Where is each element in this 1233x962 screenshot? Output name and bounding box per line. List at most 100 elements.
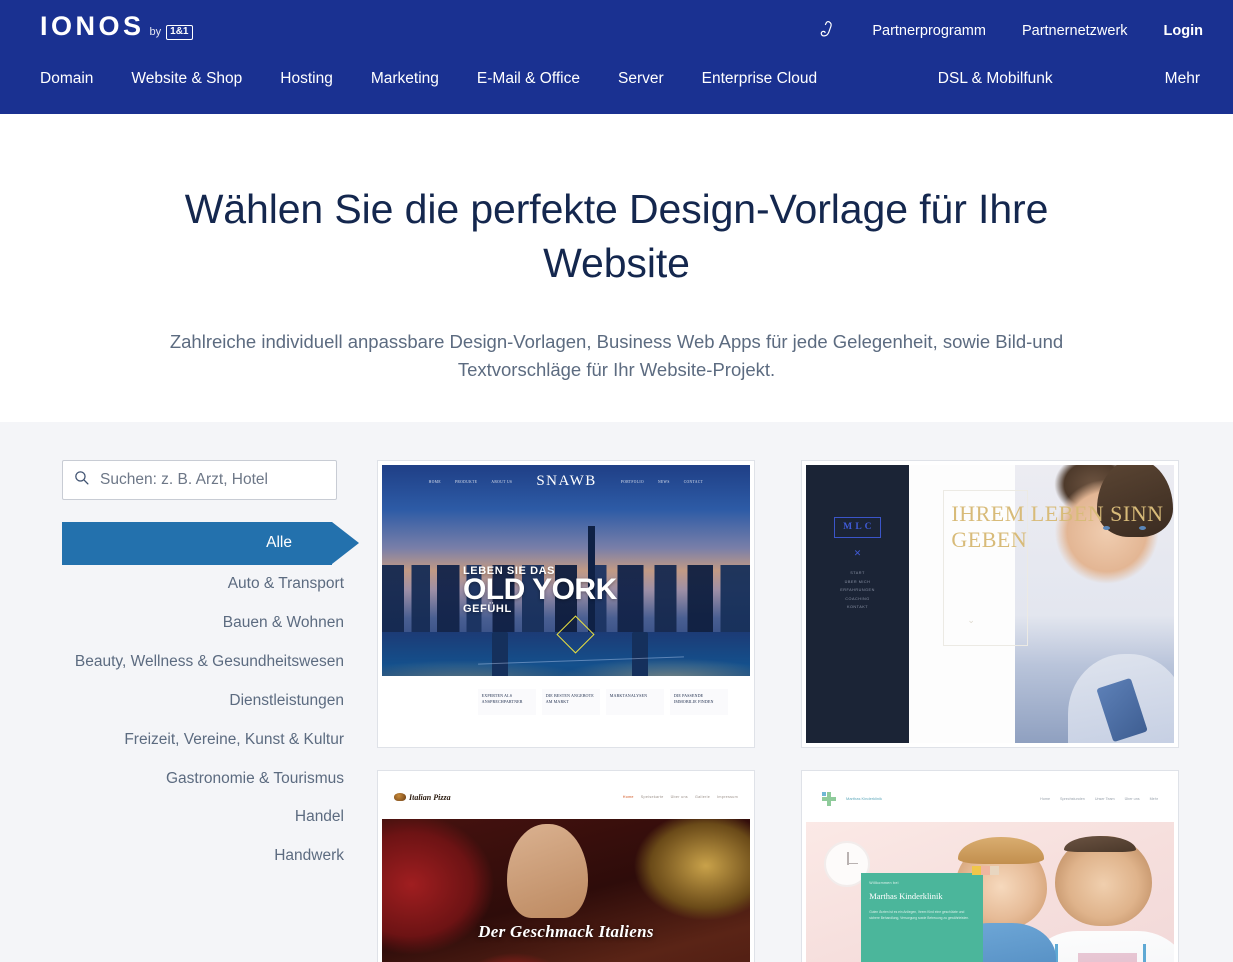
card4-layout: Marthas Kinderklinik Home Sprechstunden … bbox=[806, 775, 1174, 962]
card4-nav-ueber-uns: Über uns bbox=[1124, 796, 1140, 801]
search-input[interactable] bbox=[100, 471, 326, 489]
card1-feature-box: DIE BESTEN ANGEBOTE AM MARKT bbox=[541, 688, 600, 716]
card4-welcome-box: Willkommen bei Marthas Kinderklinik Gute… bbox=[861, 873, 983, 962]
category-list: Alle Auto & Transport Bauen & Wohnen Bea… bbox=[62, 522, 362, 876]
card4-nav-team: Unser Team bbox=[1094, 796, 1115, 801]
chevron-down-icon: ⌄ bbox=[967, 615, 975, 626]
nav-item-email-office[interactable]: E-Mail & Office bbox=[477, 70, 580, 88]
card3-nav-gallerie: Gallerie bbox=[694, 795, 711, 800]
content-area: Alle Auto & Transport Bauen & Wohnen Bea… bbox=[0, 422, 1233, 962]
card3-nav: Home Speisekarte Über uns Gallerie Impre… bbox=[623, 795, 738, 799]
nav-item-website-shop[interactable]: Website & Shop bbox=[131, 70, 242, 88]
card2-main: IHREM LEBEN SINN GEBEN ⌄ bbox=[909, 465, 1174, 743]
nav-item-enterprise-cloud[interactable]: Enterprise Cloud bbox=[702, 70, 817, 88]
phone-icon[interactable] bbox=[814, 18, 836, 44]
template-card-snawb-realestate[interactable]: HOME PRODUKTE ABOUT US SNAWB PORTFOLIO N… bbox=[377, 460, 755, 748]
card2-layout: M L C ✕ START ÜBER MICH ERFAHRUNGEN COAC… bbox=[806, 465, 1174, 743]
category-item-dienstleistungen[interactable]: Dienstleistungen bbox=[62, 682, 362, 721]
card4-brand: Marthas Kinderklinik bbox=[846, 795, 883, 801]
filter-sidebar: Alle Auto & Transport Bauen & Wohnen Bea… bbox=[62, 460, 362, 962]
search-icon bbox=[73, 469, 90, 491]
ionos-logo[interactable]: IONOS by 1&1 bbox=[40, 13, 193, 40]
card1-headline: LEBEN SIE DAS OLD YORK GEFÜHL bbox=[463, 565, 617, 615]
card2-nav-start: START bbox=[850, 571, 865, 576]
card3-headline: Der Geschmack Italiens bbox=[478, 922, 654, 942]
header-main-nav: Domain Website & Shop Hosting Marketing … bbox=[40, 70, 1200, 88]
card3-navbar: Italian Pizza Home Speisekarte Über uns … bbox=[382, 775, 750, 820]
stethoscope-icon bbox=[1054, 944, 1147, 962]
nav-item-dsl-mobilfunk[interactable]: DSL & Mobilfunk bbox=[938, 70, 1053, 88]
page-subtitle: Zahlreiche individuell anpassbare Design… bbox=[169, 331, 1064, 380]
card4-nav-mehr: Mehr bbox=[1149, 796, 1158, 801]
card4-square-accents bbox=[971, 866, 999, 876]
nav-item-mehr[interactable]: Mehr bbox=[1165, 70, 1200, 88]
card4-square bbox=[989, 866, 999, 876]
card4-doctor-head bbox=[1054, 835, 1152, 927]
card4-nav-home: Home bbox=[1040, 796, 1050, 801]
category-item-handel[interactable]: Handel bbox=[62, 798, 362, 837]
card2-sidebar: M L C ✕ START ÜBER MICH ERFAHRUNGEN COAC… bbox=[806, 465, 910, 743]
card3-nav-speisekarte: Speisekarte bbox=[640, 795, 664, 800]
logo-wordmark: IONOS bbox=[40, 11, 145, 41]
card2-logo: M L C bbox=[834, 516, 881, 539]
template-card-marthas-kinderklinik[interactable]: Marthas Kinderklinik Home Sprechstunden … bbox=[801, 770, 1179, 962]
card1-nav-produkte: PRODUKTE bbox=[454, 479, 478, 484]
card4-square bbox=[971, 866, 981, 876]
top-link-login[interactable]: Login bbox=[1164, 23, 1203, 39]
card2-nav: START ÜBER MICH ERFAHRUNGEN COACHING KON… bbox=[840, 571, 875, 614]
card4-nav: Home Sprechstunden Unser Team Über uns M… bbox=[1040, 797, 1158, 801]
card1-nav-home: HOME bbox=[428, 479, 441, 484]
card3-nav-home: Home bbox=[622, 795, 634, 800]
card2-headline: IHREM LEBEN SINN GEBEN bbox=[951, 501, 1164, 552]
header-top-nav: Partnerprogramm Partnernetzwerk Login bbox=[814, 18, 1203, 44]
nav-item-hosting[interactable]: Hosting bbox=[280, 70, 333, 88]
card4-baby-hair bbox=[958, 837, 1044, 864]
category-item-bauen-wohnen[interactable]: Bauen & Wohnen bbox=[62, 604, 362, 643]
card3-logo-text: Italian Pizza bbox=[409, 792, 451, 802]
template-card-italian-pizza[interactable]: Italian Pizza Home Speisekarte Über uns … bbox=[377, 770, 755, 962]
card4-hero-image: Willkommen bei Marthas Kinderklinik Gute… bbox=[806, 822, 1174, 962]
card2-nav-kontakt: KONTAKT bbox=[846, 605, 869, 610]
search-box[interactable] bbox=[62, 460, 337, 500]
card4-body-text: Guten Ärzten ist es ein Anliegen, Ihrem … bbox=[869, 910, 970, 921]
page-title: Wählen Sie die perfekte Design-Vorlage f… bbox=[184, 186, 1049, 287]
nav-item-server[interactable]: Server bbox=[618, 70, 664, 88]
card1-nav: HOME PRODUKTE ABOUT US SNAWB PORTFOLIO N… bbox=[382, 473, 750, 490]
card4-navbar: Marthas Kinderklinik Home Sprechstunden … bbox=[806, 775, 1174, 823]
category-item-alle[interactable]: Alle bbox=[62, 522, 359, 565]
card2-nav-ueber-mich: ÜBER MICH bbox=[844, 579, 871, 584]
card1-nav-news: NEWS bbox=[657, 479, 670, 484]
template-card-mlc-coaching[interactable]: M L C ✕ START ÜBER MICH ERFAHRUNGEN COAC… bbox=[801, 460, 1179, 748]
nav-item-domain[interactable]: Domain bbox=[40, 70, 93, 88]
top-link-partnerprogramm[interactable]: Partnerprogramm bbox=[872, 23, 986, 39]
card3-nav-ueber-uns: Über uns bbox=[670, 795, 688, 800]
card2-nav-coaching: COACHING bbox=[845, 596, 870, 601]
card4-headline: Marthas Kinderklinik bbox=[869, 891, 943, 901]
nav-item-marketing[interactable]: Marketing bbox=[371, 70, 439, 88]
card1-nav-about: ABOUT US bbox=[491, 479, 513, 484]
card3-nav-impressum: Impressum bbox=[717, 795, 738, 800]
top-link-partnernetzwerk[interactable]: Partnernetzwerk bbox=[1022, 23, 1128, 39]
card4-nav-sprechstunden: Sprechstunden bbox=[1060, 796, 1085, 801]
card1-feature-box: DIE PASSENDE IMMOBILIE FINDEN bbox=[669, 688, 728, 716]
logo-1and1-badge: 1&1 bbox=[166, 24, 193, 40]
card1-feature-boxes: EXPERTEN ALS ANSPRECHPARTNER DIE BESTEN … bbox=[477, 688, 728, 716]
card1-feature-box: MARKTANALYSEN bbox=[605, 688, 664, 716]
hero-section: Wählen Sie die perfekte Design-Vorlage f… bbox=[0, 114, 1233, 422]
medical-cross-icon bbox=[822, 791, 836, 806]
card4-doctor-hair bbox=[1064, 835, 1137, 853]
pizza-icon bbox=[394, 793, 406, 802]
card1-headline-main: OLD YORK bbox=[462, 573, 617, 607]
category-item-beauty-wellness[interactable]: Beauty, Wellness & Gesundheitswesen bbox=[62, 643, 362, 682]
category-item-freizeit-vereine[interactable]: Freizeit, Vereine, Kunst & Kultur bbox=[62, 721, 362, 760]
category-item-handwerk[interactable]: Handwerk bbox=[62, 837, 362, 876]
card4-square bbox=[980, 866, 990, 876]
template-grid: HOME PRODUKTE ABOUT US SNAWB PORTFOLIO N… bbox=[377, 460, 1193, 962]
card2-nav-erfahrungen: ERFAHRUNGEN bbox=[840, 588, 875, 593]
site-header: IONOS by 1&1 Partnerprogramm Partnernetz… bbox=[0, 0, 1233, 114]
category-item-gastronomie-tourismus[interactable]: Gastronomie & Tourismus bbox=[62, 760, 362, 799]
category-item-auto-transport[interactable]: Auto & Transport bbox=[62, 565, 362, 604]
card1-logo: SNAWB bbox=[536, 473, 597, 489]
card1-nav-contact: CONTACT bbox=[683, 479, 704, 484]
card3-hero-image: Der Geschmack Italiens ⌄ bbox=[382, 819, 750, 962]
